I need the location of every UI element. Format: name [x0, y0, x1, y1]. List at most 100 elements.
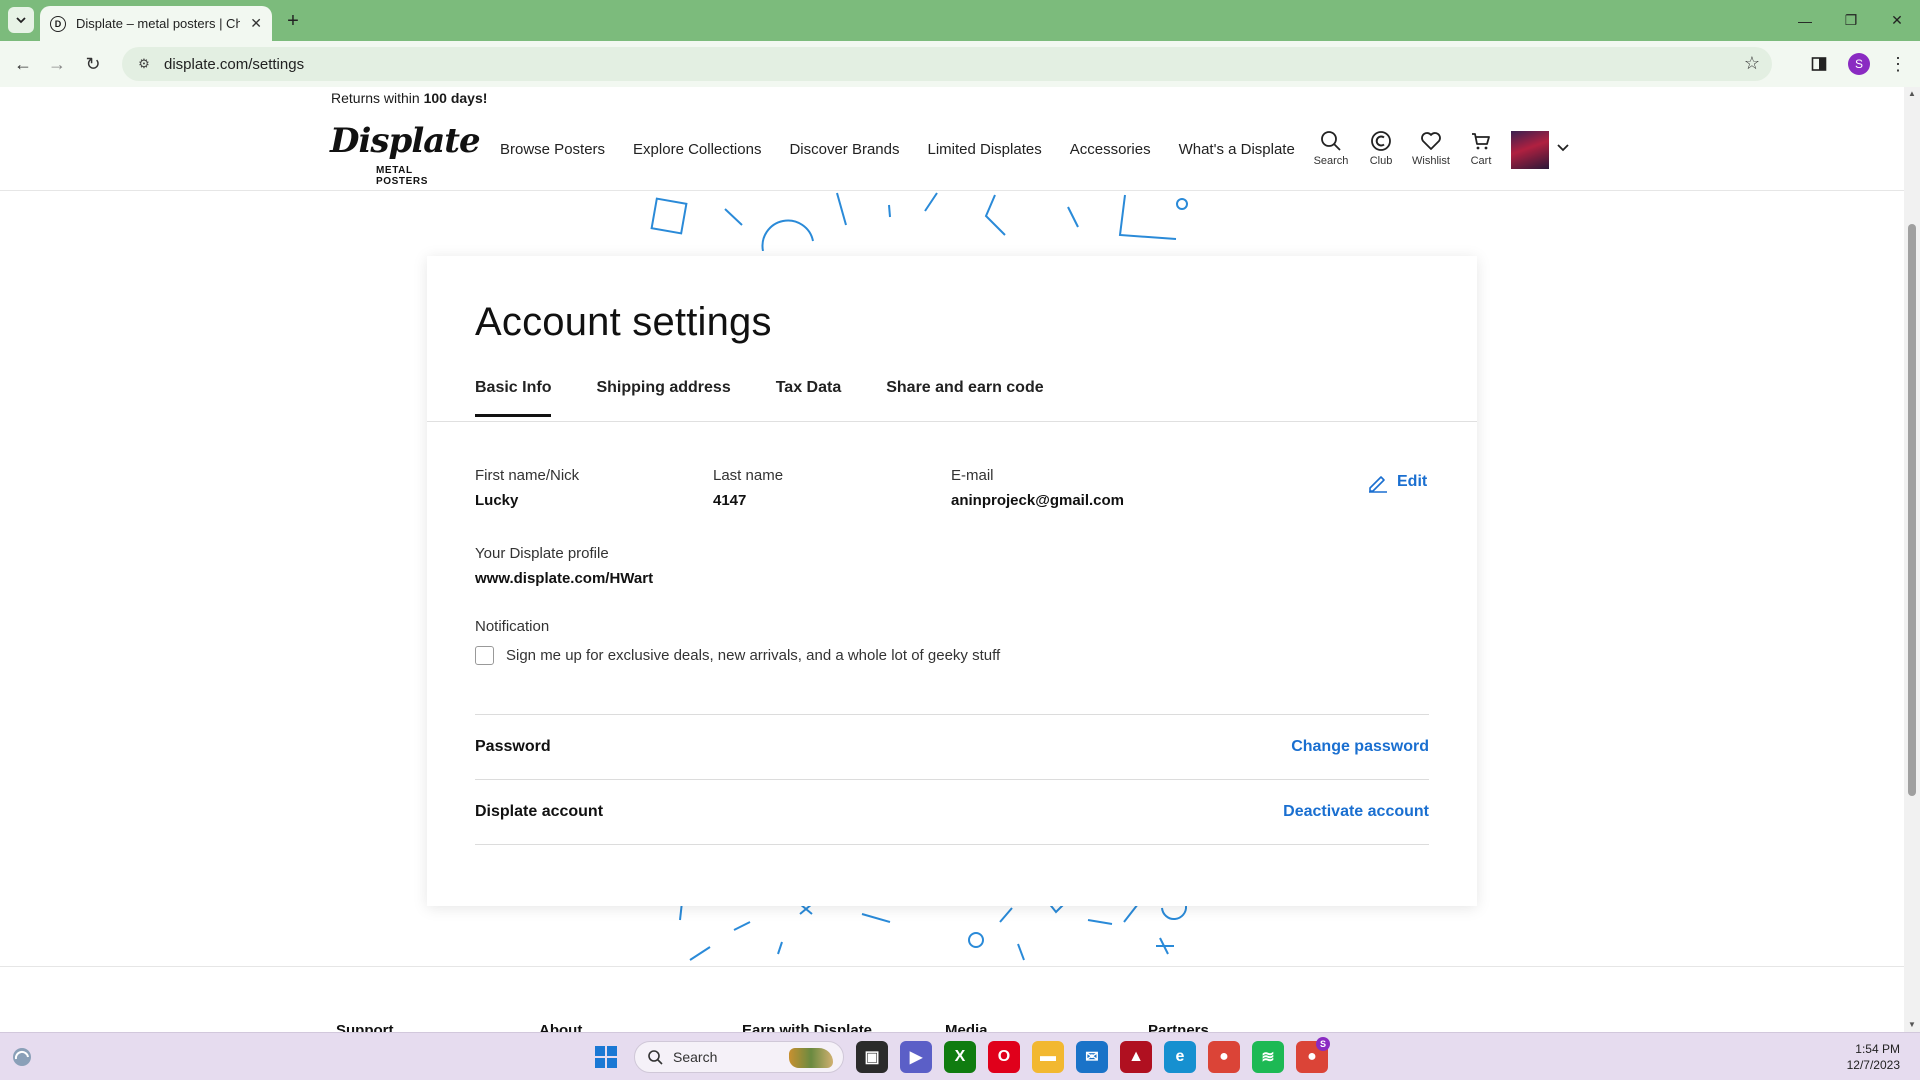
user-avatar[interactable]: [1511, 131, 1549, 169]
scroll-up-arrow-icon[interactable]: ▲: [1904, 87, 1920, 101]
nav-explore-collections[interactable]: Explore Collections: [633, 141, 761, 158]
last-name-value: 4147: [713, 492, 747, 509]
header-icons: Search Club Wishlist Cart: [1306, 129, 1506, 167]
windows-logo-icon: [595, 1046, 617, 1068]
footer-columns: Support About Earn with Displate Media P…: [336, 1022, 1351, 1032]
change-password-link[interactable]: Change password: [1291, 738, 1429, 756]
scroll-down-arrow-icon[interactable]: ▼: [1904, 1018, 1920, 1032]
address-bar[interactable]: ⚙ displate.com/settings ☆: [122, 47, 1772, 81]
header-club-button[interactable]: Club: [1356, 129, 1406, 167]
system-clock[interactable]: 1:54 PM 12/7/2023: [1820, 1041, 1900, 1073]
file-explorer-icon[interactable]: ▬: [1032, 1041, 1064, 1073]
edge-icon[interactable]: e: [1164, 1041, 1196, 1073]
footer-partners[interactable]: Partners: [1148, 1022, 1351, 1032]
nav-limited-displates[interactable]: Limited Displates: [928, 141, 1042, 158]
footer-media[interactable]: Media: [945, 1022, 1148, 1032]
wishlist-label: Wishlist: [1412, 155, 1450, 167]
last-name-field: Last name 4147: [713, 467, 783, 509]
header-search-button[interactable]: Search: [1306, 129, 1356, 167]
displate-favicon-icon: D: [50, 15, 66, 32]
footer-earn[interactable]: Earn with Displate: [742, 1022, 945, 1032]
new-tab-button[interactable]: +: [280, 8, 306, 34]
forward-button[interactable]: →: [44, 51, 70, 77]
tab-basic-info[interactable]: Basic Info: [475, 379, 552, 417]
notification-option[interactable]: Sign me up for exclusive deals, new arri…: [475, 646, 1000, 665]
logo-wordmark: Displate: [330, 121, 481, 161]
deactivate-account-link[interactable]: Deactivate account: [1283, 803, 1429, 821]
newsletter-checkbox-label[interactable]: Sign me up for exclusive deals, new arri…: [506, 647, 1000, 664]
cart-icon: [1472, 133, 1490, 150]
nav-browse-posters[interactable]: Browse Posters: [500, 141, 605, 158]
chrome-profile-icon[interactable]: ● S: [1296, 1037, 1330, 1073]
minimize-button[interactable]: —: [1782, 0, 1828, 41]
tab-search-button[interactable]: [8, 7, 34, 33]
taskbar-search[interactable]: Search: [634, 1041, 844, 1073]
nav-whats-a-displate[interactable]: What's a Displate: [1179, 141, 1295, 158]
browser-menu-button[interactable]: ⋮: [1888, 51, 1908, 77]
mail-icon[interactable]: ✉: [1076, 1041, 1108, 1073]
side-panel-button[interactable]: [1808, 53, 1830, 75]
task-view-icon[interactable]: ▣: [856, 1041, 888, 1073]
browser-toolbar: ← → ↻ ⚙ displate.com/settings ☆ S ⋮: [0, 41, 1920, 87]
profile-value: www.displate.com/HWart: [475, 570, 654, 587]
newsletter-checkbox[interactable]: [475, 646, 494, 665]
profile-field: Your Displate profile www.displate.com/H…: [475, 545, 653, 587]
back-button[interactable]: ←: [10, 51, 36, 77]
chevron-down-icon[interactable]: [1556, 141, 1570, 155]
displate-account-row: Displate account Deactivate account: [475, 779, 1429, 844]
bookmark-star-icon[interactable]: ☆: [1744, 53, 1760, 74]
tab-close-icon[interactable]: ✕: [250, 15, 262, 32]
page-scrollbar[interactable]: ▲ ▼: [1904, 87, 1920, 1032]
chevron-down-icon: [16, 17, 26, 24]
start-button[interactable]: [590, 1041, 622, 1073]
game-app-icon[interactable]: ▲: [1120, 1041, 1152, 1073]
footer-support[interactable]: Support: [336, 1022, 539, 1032]
password-row: Password Change password: [475, 714, 1429, 779]
tab-share-and-earn-code[interactable]: Share and earn code: [886, 379, 1043, 417]
tab-tax-data[interactable]: Tax Data: [776, 379, 842, 417]
promo-bold: 100 days!: [423, 90, 488, 106]
nav-discover-brands[interactable]: Discover Brands: [789, 141, 899, 158]
site-header: Displate METAL POSTERS Browse Posters Ex…: [0, 111, 1904, 191]
settings-tabs: Basic Info Shipping address Tax Data Sha…: [475, 379, 1044, 417]
profile-avatar[interactable]: S: [1848, 53, 1870, 75]
header-cart-button[interactable]: Cart: [1456, 129, 1506, 167]
email-value: aninprojeck@gmail.com: [951, 492, 1125, 509]
promo-prefix: Returns within: [331, 90, 424, 106]
edit-label: Edit: [1397, 473, 1428, 490]
promo-text: Returns within 100 days!: [331, 90, 487, 106]
displate-logo[interactable]: Displate METAL POSTERS: [330, 121, 481, 187]
chrome-icon[interactable]: ●: [1208, 1041, 1240, 1073]
email-label: E-mail: [951, 467, 994, 484]
nav-accessories[interactable]: Accessories: [1070, 141, 1151, 158]
first-name-label: First name/Nick: [475, 467, 580, 484]
opera-icon[interactable]: O: [988, 1041, 1020, 1073]
promo-bar: Returns within 100 days!: [0, 87, 1904, 111]
first-name-field: First name/Nick Lucky: [475, 467, 579, 509]
clock-date: 12/7/2023: [1846, 1058, 1900, 1072]
displate-account-label: Displate account: [475, 803, 604, 820]
taskbar: Search ▣ ▶ X O ▬ ✉ ▲ e ● ≋ ● S 1:54 PM 12…: [0, 1032, 1920, 1080]
search-label: Search: [1313, 155, 1349, 167]
page-title: Account settings: [475, 300, 772, 344]
edit-button[interactable]: Edit: [1367, 471, 1427, 493]
footer-about[interactable]: About: [539, 1022, 742, 1032]
xbox-icon[interactable]: X: [944, 1041, 976, 1073]
reload-button[interactable]: ↻: [80, 51, 106, 77]
club-icon: [1371, 131, 1391, 151]
close-window-button[interactable]: ✕: [1874, 0, 1920, 41]
header-wishlist-button[interactable]: Wishlist: [1406, 129, 1456, 167]
browser-tab-active[interactable]: D Displate – metal posters | Chan ✕: [40, 6, 272, 41]
decorative-shapes-bottom: [679, 902, 1188, 961]
restore-button[interactable]: ❐: [1828, 0, 1874, 41]
site-info-icon[interactable]: ⚙: [134, 54, 154, 74]
account-settings-card: Account settings Basic Info Shipping add…: [427, 256, 1477, 906]
tab-title: Displate – metal posters | Chan: [76, 16, 241, 31]
tab-shipping-address[interactable]: Shipping address: [596, 379, 730, 417]
teams-chat-icon[interactable]: ▶: [900, 1041, 932, 1073]
email-field: E-mail aninprojeck@gmail.com: [951, 467, 1124, 509]
widgets-icon[interactable]: [10, 1045, 34, 1069]
first-name-value: Lucky: [475, 492, 519, 509]
spotify-icon[interactable]: ≋: [1252, 1041, 1284, 1073]
scrollbar-thumb[interactable]: [1908, 224, 1916, 796]
